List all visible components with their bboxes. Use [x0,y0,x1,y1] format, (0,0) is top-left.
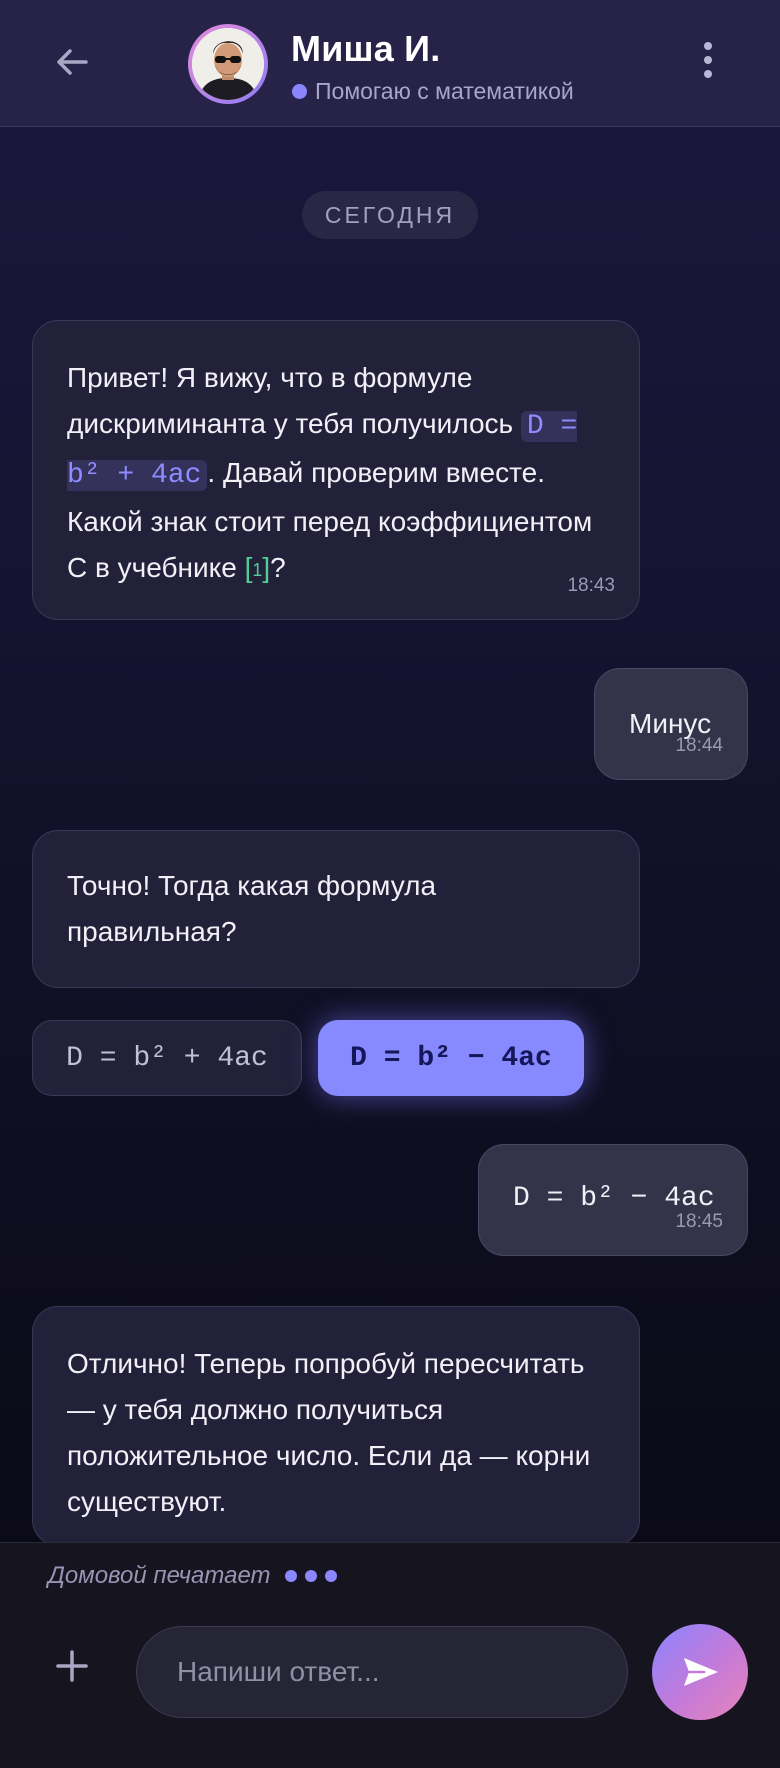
avatar[interactable] [188,24,268,104]
citation-link[interactable]: [1] [245,552,271,583]
typing-text: Домовой печатает [48,1562,271,1589]
message-text: Привет! Я вижу, что в формуле дискримина… [67,362,593,583]
typing-dots [284,1570,337,1582]
online-status-dot [292,84,307,99]
chat-header: Миша И. Помогаю с математикой [0,0,780,127]
outgoing-message: D = b² − 4ac 18:45 [478,1144,748,1256]
answer-option-selected[interactable]: D = b² − 4ac [318,1020,584,1096]
arrow-left-icon [57,49,88,75]
send-button[interactable] [652,1624,748,1720]
more-options-button[interactable] [690,34,726,86]
message-time: 18:43 [567,575,615,596]
plus-icon [56,1650,88,1682]
outgoing-message: Минус 18:44 [594,668,748,780]
status-text: Помогаю с математикой [315,78,574,104]
message-time: 18:44 [675,735,723,756]
message-text: Точно! Тогда какая формула правильная? [67,870,437,947]
avatar-image [192,28,264,100]
incoming-message: Точно! Тогда какая формула правильная? [32,830,640,988]
message-input[interactable] [136,1626,628,1718]
incoming-message: Отлично! Теперь попробуй пересчитать — у… [32,1306,640,1546]
message-time: 18:45 [675,1211,723,1232]
send-icon [684,1658,718,1686]
contact-name: Миша И. [291,28,441,69]
contact-status: Помогаю с математикой [292,78,574,105]
incoming-message: Привет! Я вижу, что в формуле дискримина… [32,320,640,620]
answer-option[interactable]: D = b² + 4ac [32,1020,302,1096]
attach-button[interactable] [44,1634,100,1698]
date-divider: СЕГОДНЯ [302,191,478,239]
back-button[interactable] [44,34,100,90]
typing-indicator: Домовой печатает [48,1562,337,1590]
message-text: Отлично! Теперь попробуй пересчитать — у… [67,1348,591,1517]
more-vertical-icon [704,42,712,50]
